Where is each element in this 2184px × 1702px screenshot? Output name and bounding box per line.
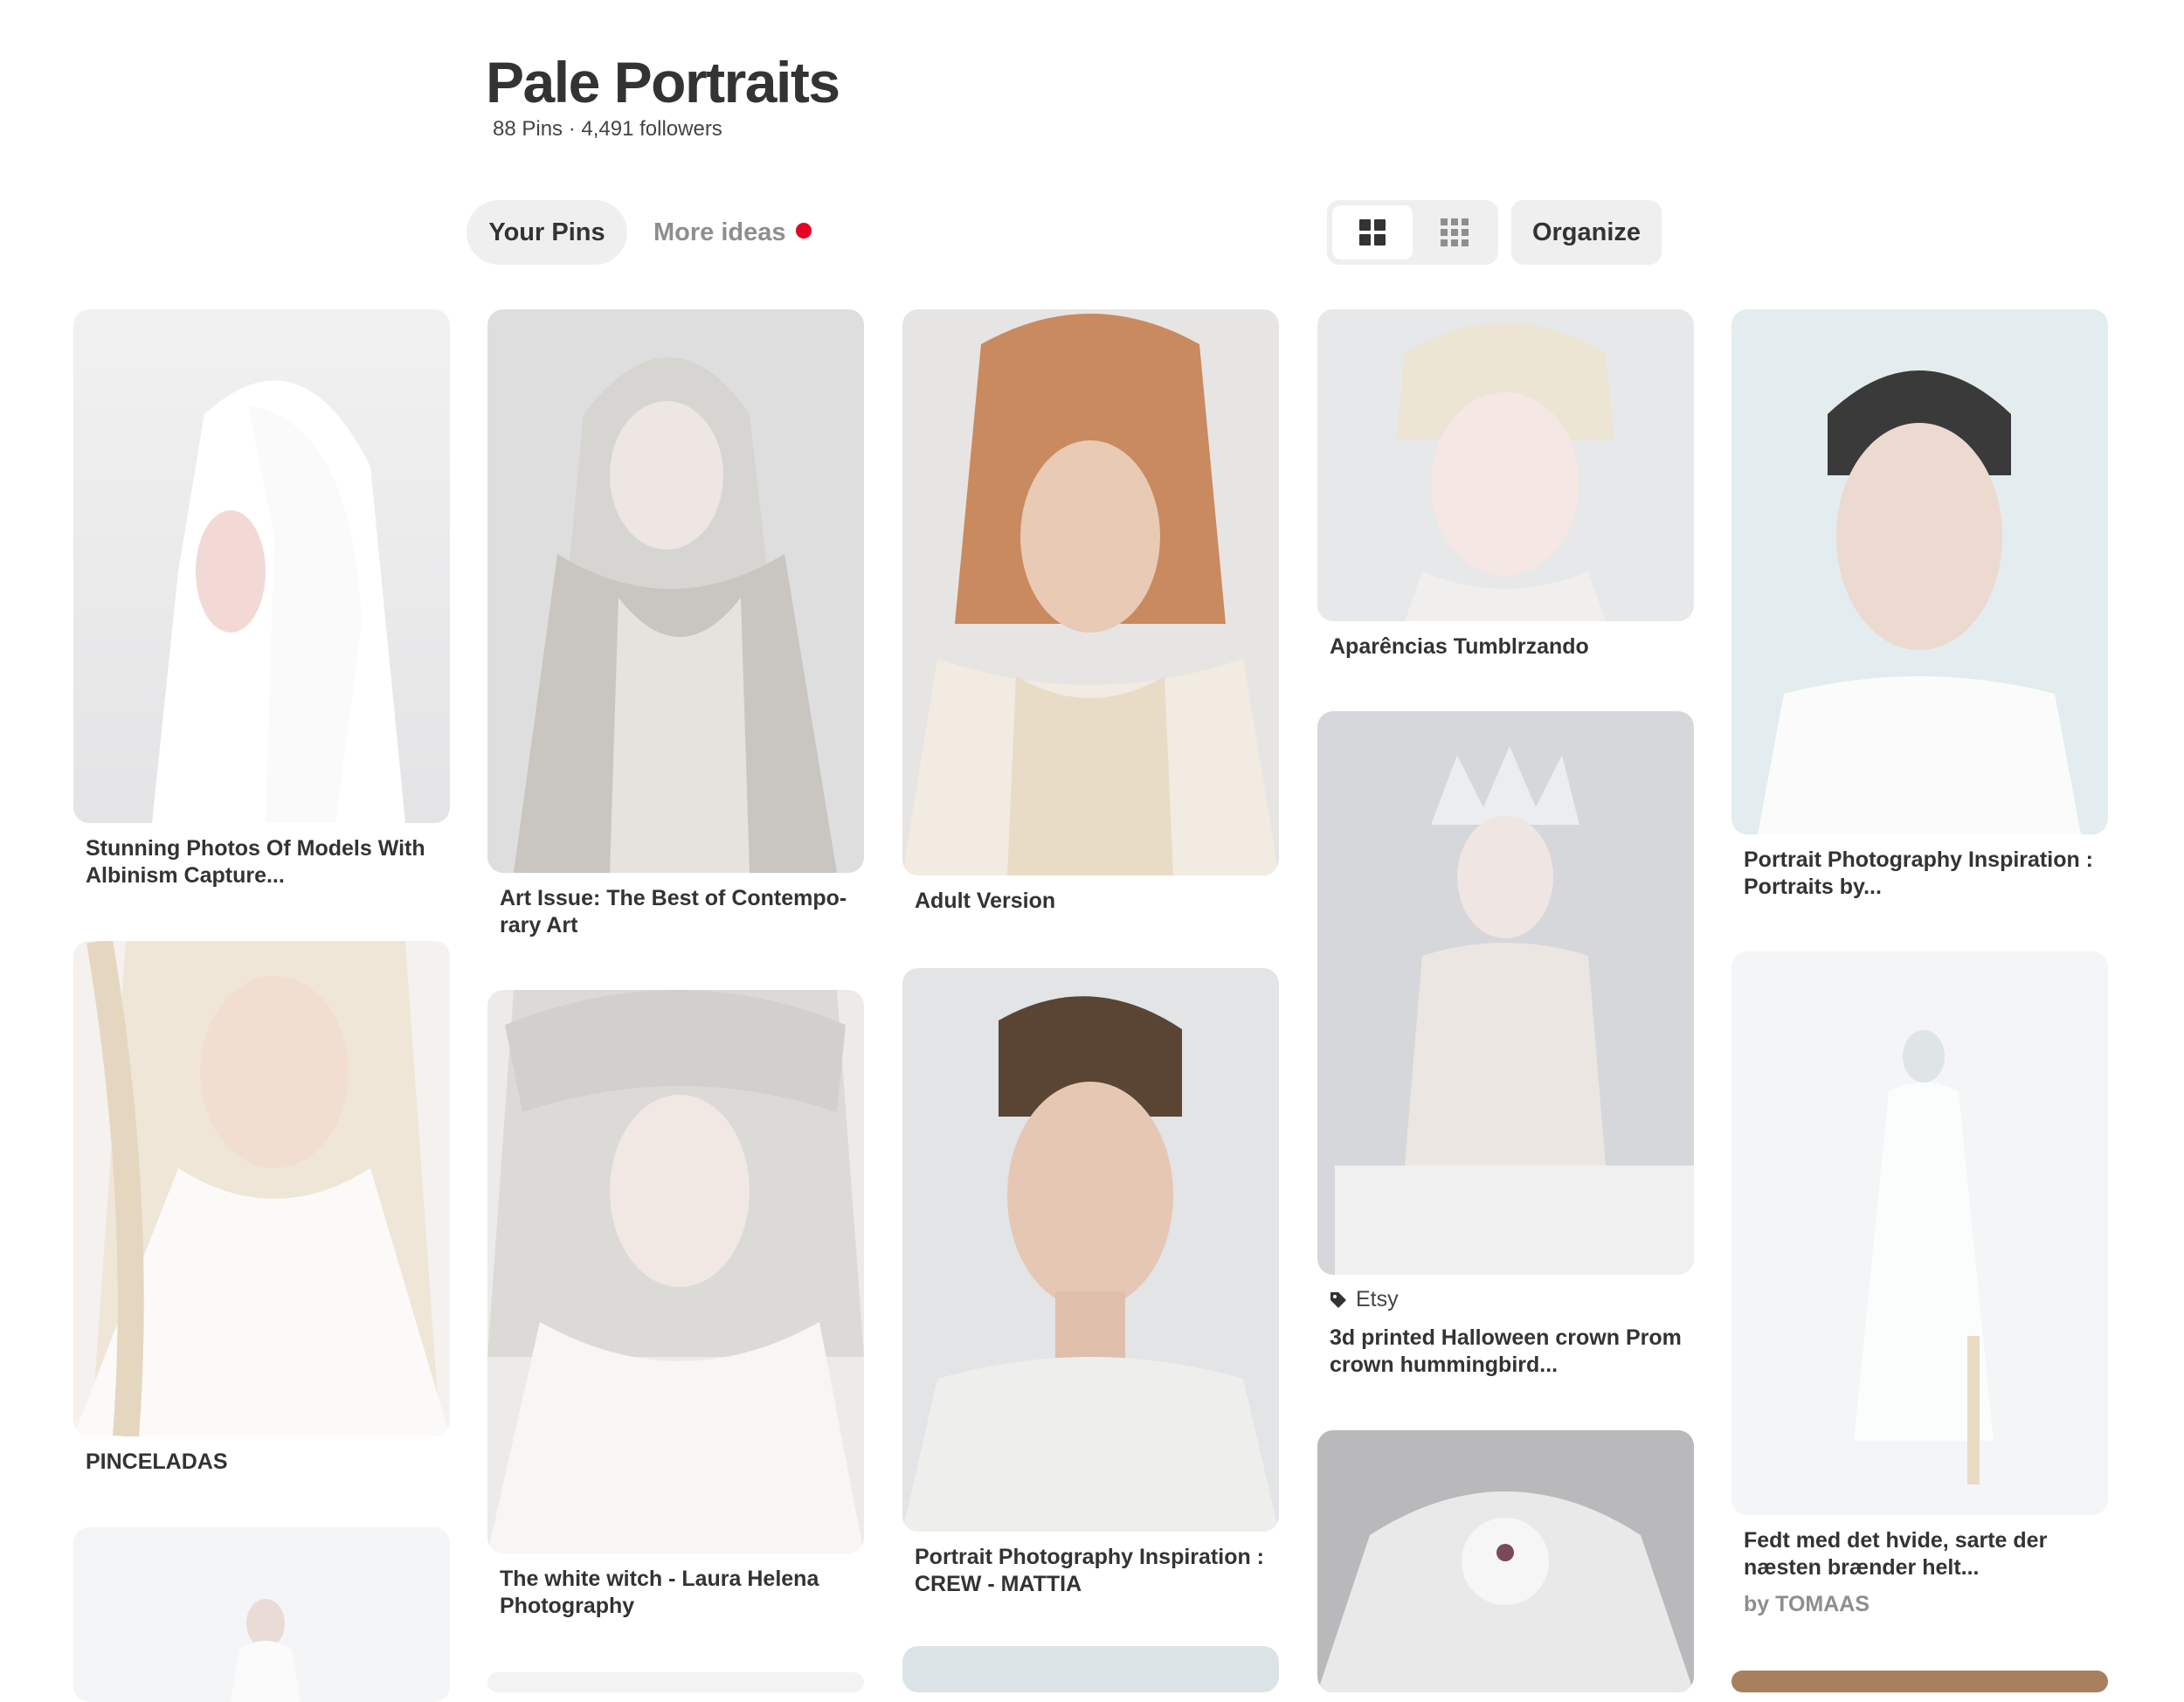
grid-large-icon	[1359, 219, 1386, 246]
pin-card[interactable]	[73, 1527, 450, 1702]
pin-card[interactable]: Fedt med det hvide, sarte der næsten bræ…	[1731, 951, 2108, 1617]
pin-image	[1317, 711, 1694, 1275]
pin-title: Fedt med det hvide, sarte der næsten bræ…	[1744, 1528, 2048, 1580]
pin-image	[487, 1672, 864, 1692]
pin-card[interactable]: Portrait Photography Inspiration : Portr…	[1731, 309, 2108, 901]
pin-card[interactable]: Aparências Tumblrzando	[1317, 309, 1694, 661]
pin-title: The white witch - Laura Helena Photograp…	[500, 1567, 819, 1618]
tag-icon	[1330, 1291, 1346, 1308]
pin-title: 3d printed Halloween crown Prom crown hu…	[1330, 1325, 1682, 1377]
tab-your-pins[interactable]: Your Pins	[467, 200, 627, 265]
pin-card[interactable]: Art Issue: The Best of Contempo-rary Art	[487, 309, 864, 939]
pin-attribution[interactable]: by TOMAAS	[1744, 1592, 2096, 1617]
pin-image	[902, 1646, 1279, 1692]
pin-title: Portrait Photography Inspiration : Portr…	[1744, 848, 2094, 899]
pin-image	[1731, 951, 2108, 1515]
pin-image	[902, 968, 1279, 1532]
pin-source: Etsy	[1330, 1287, 1682, 1312]
pin-title: Stunning Photos Of Models With Albinism …	[86, 836, 425, 888]
pin-title: Aparências Tumblrzando	[1330, 634, 1589, 659]
board-title: Pale Portraits	[486, 50, 840, 114]
grid-large-view-button[interactable]	[1332, 205, 1413, 259]
pin-title: Adult Version	[915, 889, 1056, 913]
pin-source-label: Etsy	[1356, 1287, 1399, 1311]
pin-image	[487, 990, 864, 1553]
pin-card[interactable]: The white witch - Laura Helena Photograp…	[487, 990, 864, 1620]
tab-more-ideas[interactable]: More ideas	[653, 200, 786, 265]
pin-title: Art Issue: The Best of Contempo-rary Art	[500, 886, 847, 937]
pin-card[interactable]: Etsy 3d printed Halloween crown Prom cro…	[1317, 711, 1694, 1379]
board-stats: 88 Pins · 4,491 followers	[493, 117, 722, 141]
pin-image	[902, 309, 1279, 875]
pin-card[interactable]	[1731, 1671, 2108, 1692]
pin-image	[1731, 1671, 2108, 1692]
pin-card[interactable]: Adult Version	[902, 309, 1279, 915]
pin-image	[73, 1527, 450, 1702]
pin-card[interactable]: Portrait Photography Inspiration : CREW …	[902, 968, 1279, 1598]
pin-image	[1731, 309, 2108, 834]
notification-dot	[796, 223, 812, 239]
pin-image	[1317, 309, 1694, 621]
pin-card[interactable]	[902, 1646, 1279, 1692]
grid-compact-icon	[1441, 218, 1469, 246]
organize-button[interactable]: Organize	[1511, 200, 1662, 265]
pin-card[interactable]	[1317, 1430, 1694, 1692]
view-toggle	[1327, 200, 1498, 265]
pin-image	[73, 941, 450, 1436]
pin-image	[73, 309, 450, 823]
pin-title: Portrait Photography Inspiration : CREW …	[915, 1545, 1265, 1596]
grid-compact-view-button[interactable]	[1414, 205, 1495, 259]
pin-image	[1317, 1430, 1694, 1692]
pin-card[interactable]	[487, 1672, 864, 1692]
pin-card[interactable]: PINCELADAS	[73, 941, 450, 1476]
pin-image	[487, 309, 864, 873]
pin-card[interactable]: Stunning Photos Of Models With Albinism …	[73, 309, 450, 889]
pin-title: PINCELADAS	[86, 1449, 228, 1474]
